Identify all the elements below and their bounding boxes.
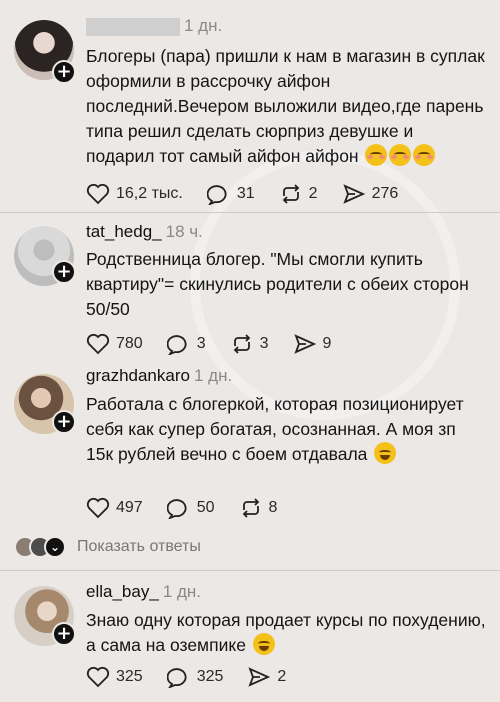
comment-actions: 780 3 3 9 xyxy=(86,333,355,355)
share-button[interactable]: 2 xyxy=(247,666,286,688)
comment-header: grazhdankaro 1 дн. xyxy=(86,366,232,386)
comment-header: tat_hedg_ 18 ч. xyxy=(86,222,203,242)
grinning-emoji-icon xyxy=(374,442,397,464)
like-count: 497 xyxy=(116,499,143,516)
comment-button[interactable]: 325 xyxy=(166,666,224,688)
follow-plus-icon[interactable]: + xyxy=(52,260,76,284)
blushing-emoji-icon xyxy=(413,144,436,166)
comment-time: 1 дн. xyxy=(193,366,233,385)
repost-count: 3 xyxy=(259,335,269,352)
send-icon xyxy=(342,184,365,204)
chevron-down-icon: ⌄ xyxy=(44,536,66,558)
send-icon xyxy=(293,334,316,354)
comment-time: 18 ч. xyxy=(165,222,203,241)
share-count: 2 xyxy=(277,668,287,685)
comment-text: Блогеры (пара) пришли к нам в магазин в … xyxy=(86,46,485,166)
like-button[interactable]: 325 xyxy=(86,666,143,688)
heart-icon xyxy=(86,497,110,519)
blushing-emoji-icon xyxy=(389,144,412,166)
share-count: 9 xyxy=(322,335,332,352)
username[interactable]: tat_hedg_ xyxy=(86,222,162,241)
share-count: 276 xyxy=(371,185,399,202)
heart-icon xyxy=(86,333,110,355)
username[interactable]: ella_bay_ xyxy=(86,582,159,601)
share-button[interactable]: 9 xyxy=(293,333,332,355)
speech-bubble-icon xyxy=(166,335,187,355)
repost-count: 8 xyxy=(268,499,278,516)
repost-icon xyxy=(233,334,250,354)
follow-plus-icon[interactable]: + xyxy=(52,60,76,84)
comment-text: Знаю одну которая продает курсы по похуд… xyxy=(86,610,486,655)
like-button[interactable]: 780 xyxy=(86,333,143,355)
follow-plus-icon[interactable]: + xyxy=(52,622,76,646)
comment-text: Работала с блогеркой, которая позиционир… xyxy=(86,394,464,464)
repost-icon xyxy=(242,498,259,518)
like-button[interactable]: 16,2 тыс. xyxy=(86,183,183,205)
divider xyxy=(0,570,500,571)
redacted-username xyxy=(86,17,180,36)
heart-icon xyxy=(86,666,110,688)
like-count: 16,2 тыс. xyxy=(116,185,183,202)
heart-icon xyxy=(86,183,110,205)
comment-count: 325 xyxy=(196,668,224,685)
like-count: 780 xyxy=(116,335,143,352)
repost-button[interactable]: 2 xyxy=(279,183,318,205)
comment-header: 1 дн. xyxy=(86,16,222,36)
comment-time: 1 дн. xyxy=(184,16,223,35)
repost-count: 2 xyxy=(308,185,318,202)
send-icon xyxy=(248,667,271,687)
show-replies-button[interactable]: ⌄ Показать ответы xyxy=(14,536,201,558)
comment-time: 1 дн. xyxy=(162,582,201,601)
comment-count: 50 xyxy=(196,499,215,516)
comment-button[interactable]: 50 xyxy=(166,497,215,519)
comment-actions: 16,2 тыс. 31 2 276 xyxy=(86,183,422,205)
repost-button[interactable]: 3 xyxy=(230,333,269,355)
follow-plus-icon[interactable]: + xyxy=(52,410,76,434)
blushing-emoji-icon xyxy=(365,144,388,166)
like-button[interactable]: 497 xyxy=(86,497,143,519)
repost-button[interactable]: 8 xyxy=(239,497,278,519)
grinning-sweat-emoji-icon xyxy=(252,633,275,655)
comment-text: Родственница блогер. "Мы смогли купить к… xyxy=(86,249,469,319)
comment-actions: 325 325 2 xyxy=(86,666,310,688)
speech-bubble-icon xyxy=(166,668,187,688)
divider xyxy=(0,212,500,213)
repost-icon xyxy=(282,184,299,204)
comments-feed: + 1 дн. Блогеры (пара) пришли к нам в ма… xyxy=(0,0,500,702)
comment-button[interactable]: 31 xyxy=(206,183,255,205)
comment-count: 3 xyxy=(196,335,206,352)
show-replies-label: Показать ответы xyxy=(77,538,201,555)
share-button[interactable]: 276 xyxy=(342,183,399,205)
speech-bubble-icon xyxy=(166,499,187,519)
speech-bubble-icon xyxy=(206,185,227,205)
username[interactable]: grazhdankaro xyxy=(86,366,190,385)
comment-actions: 497 50 8 xyxy=(86,497,301,519)
comment-count: 31 xyxy=(236,185,255,202)
comment-button[interactable]: 3 xyxy=(166,333,206,355)
like-count: 325 xyxy=(116,668,143,685)
comment-header: ella_bay_ 1 дн. xyxy=(86,582,201,602)
